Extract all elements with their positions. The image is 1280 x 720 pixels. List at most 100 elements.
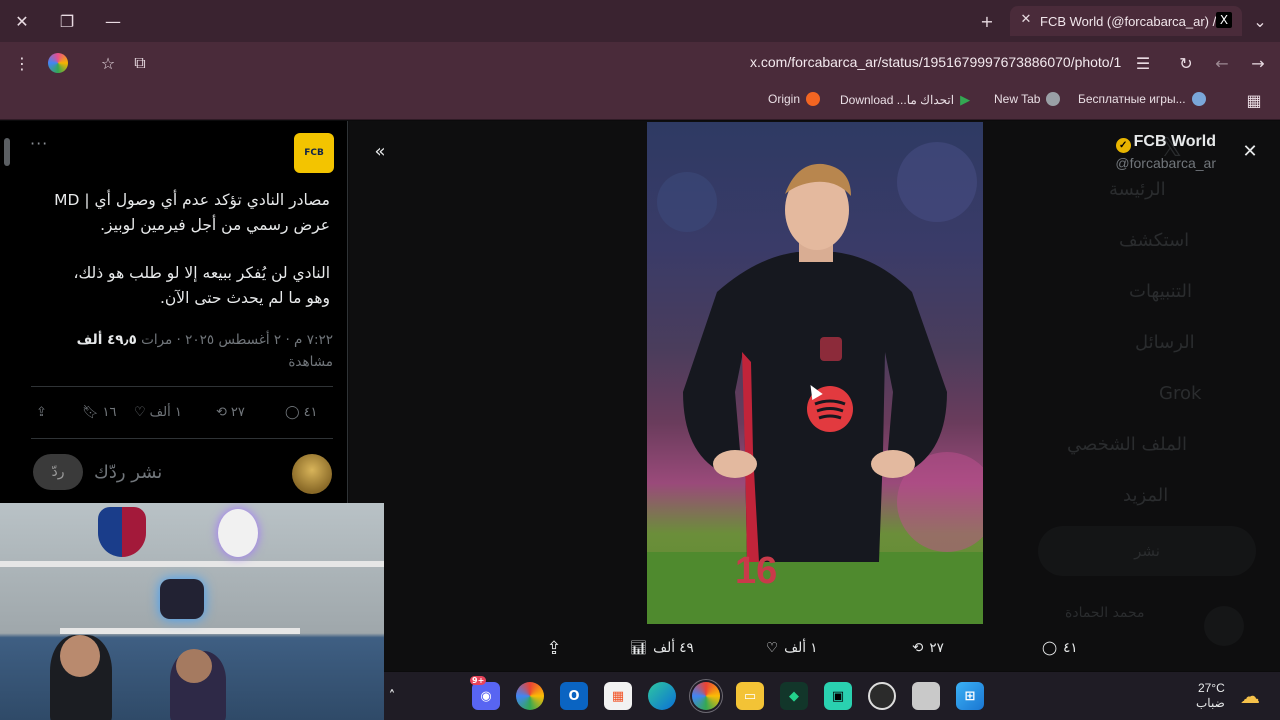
tab-search-icon[interactable]: ⌄ (1247, 8, 1273, 34)
divider (31, 438, 333, 439)
reply-button[interactable]: ردّ (33, 454, 83, 490)
close-window-icon[interactable]: ✕ (9, 8, 35, 34)
windows-start-icon[interactable]: ⊞ (956, 682, 984, 710)
like-action[interactable]: ♡ ١ ألف (134, 402, 182, 422)
nav-profile: الملف الشخصي (1067, 434, 1187, 455)
chrome-icon[interactable] (692, 682, 720, 710)
menu-icon[interactable]: ⋮ (10, 51, 34, 75)
replies-count: ٤١ (303, 404, 318, 420)
reload-icon[interactable]: ↻ (1174, 51, 1198, 75)
author-handle[interactable]: @forcabarca_ar (1115, 155, 1216, 171)
play-store-icon: ▶ (960, 92, 971, 107)
bookmark-origin[interactable]: Origin (768, 92, 821, 106)
nav-notifications: التنبيهات (1129, 281, 1192, 302)
obs-icon[interactable] (868, 682, 896, 710)
window-app-icon[interactable] (912, 682, 940, 710)
bookmark-new-tab[interactable]: New Tab (994, 92, 1061, 106)
edge-icon[interactable] (648, 682, 676, 710)
capcut-icon[interactable]: ◆ (780, 682, 808, 710)
browser-tab[interactable]: ✕ FCB World (@forcabarca_ar) / X X (1010, 6, 1242, 36)
bookmark-label: Бесплатные игры... (1078, 92, 1186, 106)
shelf (60, 628, 300, 634)
person-right-head (176, 649, 212, 683)
browser-tab-bar: ✕ ❐ — + ✕ FCB World (@forcabarca_ar) / X… (0, 0, 1280, 42)
reposts-count: ٢٧ (230, 404, 245, 420)
repost-action[interactable]: ⟲ ٢٧ (912, 638, 944, 658)
tweet-text: مصادر النادي تؤكد عدم أي وصول أي | MD عر… (30, 188, 330, 311)
likes-count: ١ ألف (784, 640, 818, 656)
apps-grid-icon[interactable]: ▦ (1242, 88, 1266, 112)
bookmark-action[interactable]: 🔖︎ ١٦ (82, 402, 116, 422)
reply-icon: ◯ (1042, 640, 1058, 656)
divider (31, 386, 333, 387)
tweet-photo[interactable]: 16 (647, 122, 983, 624)
site-settings-icon[interactable]: ☰ (1131, 51, 1155, 75)
real-madrid-crest-icon (218, 509, 258, 557)
show-hidden-icons-icon[interactable]: ˄ (378, 682, 406, 710)
restore-window-icon[interactable]: ❐ (54, 8, 80, 34)
reply-action[interactable]: ◯ ٤١ (1042, 638, 1078, 658)
chrome-canary-icon[interactable] (516, 682, 544, 710)
tweet-line: وهو ما لم يحدث حتى الآن. (159, 289, 330, 307)
minimize-window-icon[interactable]: — (100, 8, 126, 34)
tweet-panel (0, 121, 348, 503)
share-icon[interactable]: ⇪ (36, 402, 47, 422)
views-count: ٤٩ ألف (653, 640, 694, 656)
repost-action[interactable]: ⟲ ٢٧ (216, 402, 245, 422)
reply-icon: ◯ (285, 404, 300, 420)
outlook-icon[interactable]: O (560, 682, 588, 710)
bookmark-label: Download ...اتحداك ما (840, 93, 955, 107)
views-label: مشاهدة (288, 354, 333, 370)
nav-home: الرئيسة (1109, 179, 1166, 200)
microsoft-store-icon[interactable]: ▦ (604, 682, 632, 710)
scrollbar-thumb[interactable] (4, 138, 10, 166)
weather-desc: ضباب (1196, 696, 1225, 710)
close-viewer-icon[interactable]: ✕ (1238, 139, 1262, 163)
tab-title: FCB World (@forcabarca_ar) / X (1040, 13, 1229, 29)
author-avatar[interactable]: FCB (294, 133, 334, 173)
new-tab-icon[interactable]: + (974, 8, 1000, 34)
more-options-icon[interactable]: ··· (30, 134, 48, 153)
replies-count: ٤١ (1063, 640, 1078, 656)
weather-widget[interactable]: 27°C ضباب (1196, 681, 1225, 711)
share-icon[interactable]: ⇪ (542, 636, 566, 660)
discord-icon[interactable]: 9+ ◉ (470, 676, 500, 710)
bookmark-star-icon[interactable]: ☆ (96, 51, 120, 75)
webcam-overlay (0, 503, 384, 720)
author-name[interactable]: ✓ FCB World (1115, 133, 1216, 153)
profile-avatar-icon[interactable] (46, 51, 70, 75)
channel-logo-icon (160, 579, 204, 619)
x-logo-icon: X (1216, 12, 1232, 28)
nav-grok: Grok (1159, 383, 1202, 404)
nav-messages: الرسائل (1135, 332, 1195, 353)
back-icon[interactable]: → (1246, 51, 1270, 75)
install-app-icon[interactable]: ⧉ (128, 51, 152, 75)
reply-input[interactable]: نشر ردّك (94, 462, 162, 483)
heart-icon: ♡ (134, 404, 146, 420)
game-icon (1191, 92, 1206, 106)
origin-icon (806, 92, 821, 106)
file-explorer-icon[interactable]: ▭ (736, 682, 764, 710)
collapse-panel-icon[interactable]: « (368, 139, 392, 163)
bookmark-download[interactable]: Download ...اتحداك ما ▶ (840, 92, 970, 108)
globe-icon (1046, 92, 1061, 106)
shirt-number: 16 (735, 550, 778, 592)
media-app-icon[interactable]: ▣ (824, 682, 852, 710)
user-avatar[interactable] (292, 454, 332, 494)
notification-badge: 9+ (470, 676, 487, 685)
tab-close-icon[interactable]: ✕ (1018, 12, 1034, 28)
views-icon: 📊︎ (630, 640, 648, 656)
reply-composer: ردّ نشر ردّك (30, 452, 335, 496)
views-action[interactable]: 📊︎ ٤٩ ألف (630, 638, 694, 658)
bookmark-label: Origin (768, 92, 801, 106)
author-name-text: FCB World (1133, 133, 1216, 150)
bookmarks-count: ١٦ (102, 404, 117, 420)
like-action[interactable]: ♡ ١ ألف (766, 638, 818, 658)
reposts-count: ٢٧ (929, 640, 944, 656)
address-bar[interactable]: x.com/forcabarca_ar/status/1951679997673… (750, 54, 1121, 70)
forward-icon[interactable]: ← (1210, 51, 1234, 75)
player-illustration (647, 142, 983, 624)
tweet-timestamp[interactable]: ٧:٢٢ م · ٢ أغسطس ٢٠٢٥ · مرات (141, 332, 333, 348)
bookmark-games[interactable]: Бесплатные игры... (1078, 92, 1206, 106)
reply-action[interactable]: ◯ ٤١ (285, 402, 318, 422)
